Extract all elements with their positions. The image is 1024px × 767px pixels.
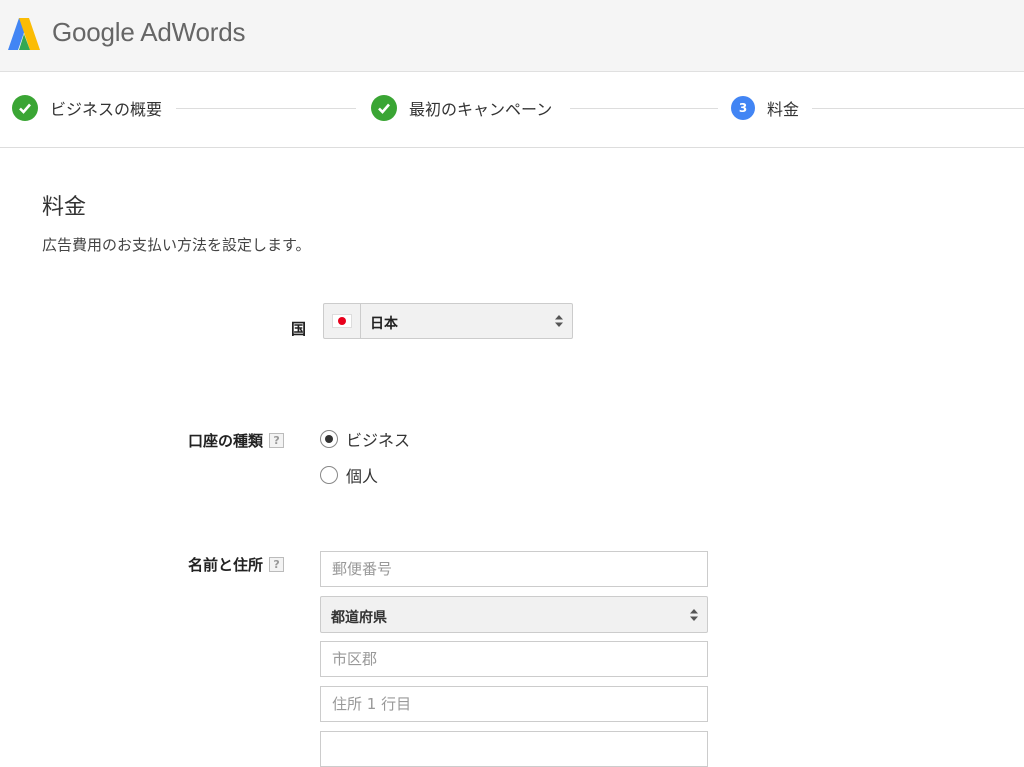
radio-label: 個人 <box>346 467 379 486</box>
address-line2-input[interactable] <box>320 731 708 767</box>
step-divider <box>812 108 1024 109</box>
step-label: 最初のキャンペーン <box>409 100 553 119</box>
select-arrows-icon <box>555 315 563 327</box>
step-label: ビジネスの概要 <box>50 100 163 119</box>
radio-label: ビジネス <box>346 431 411 450</box>
country-label: 国 <box>291 318 306 339</box>
brand-name: Google AdWords <box>52 17 246 47</box>
step-first-campaign[interactable]: 最初のキャンペーン <box>371 94 552 122</box>
radio-individual[interactable]: 個人 <box>320 463 378 487</box>
prefecture-value: 都道府県 <box>331 610 387 626</box>
select-arrows-icon <box>690 609 698 621</box>
address-line1-input[interactable] <box>320 686 708 722</box>
step-divider <box>570 108 718 109</box>
step-billing: 3 料金 <box>731 94 799 122</box>
postal-code-input[interactable] <box>320 551 708 587</box>
radio-button-checked[interactable] <box>320 430 338 448</box>
flag-container <box>324 304 361 338</box>
country-label-text: 国 <box>291 320 307 338</box>
account-type-label: 口座の種類 ? <box>188 430 285 451</box>
japan-flag-icon <box>332 314 352 328</box>
help-icon[interactable]: ? <box>269 557 285 572</box>
name-address-label-text: 名前と住所 <box>188 556 264 574</box>
app-header: Google AdWords <box>0 0 1024 72</box>
step-number-badge: 3 <box>731 96 755 120</box>
adwords-logo-icon <box>8 18 40 50</box>
radio-button[interactable] <box>320 466 338 484</box>
page-subtitle: 広告費用のお支払い方法を設定します。 <box>42 236 311 254</box>
prefecture-select[interactable]: 都道府県 <box>320 596 708 633</box>
check-icon <box>12 95 38 121</box>
country-select[interactable]: 日本 <box>323 303 573 339</box>
check-icon <box>371 95 397 121</box>
account-type-label-text: 口座の種類 <box>188 432 264 450</box>
page-title: 料金 <box>42 195 87 220</box>
step-divider <box>176 108 356 109</box>
name-address-label: 名前と住所 ? <box>188 554 285 575</box>
step-label: 料金 <box>767 100 800 119</box>
radio-business[interactable]: ビジネス <box>320 427 410 451</box>
step-business-overview[interactable]: ビジネスの概要 <box>12 94 162 122</box>
country-value: 日本 <box>370 316 398 332</box>
city-input[interactable] <box>320 641 708 677</box>
help-icon[interactable]: ? <box>269 433 285 448</box>
